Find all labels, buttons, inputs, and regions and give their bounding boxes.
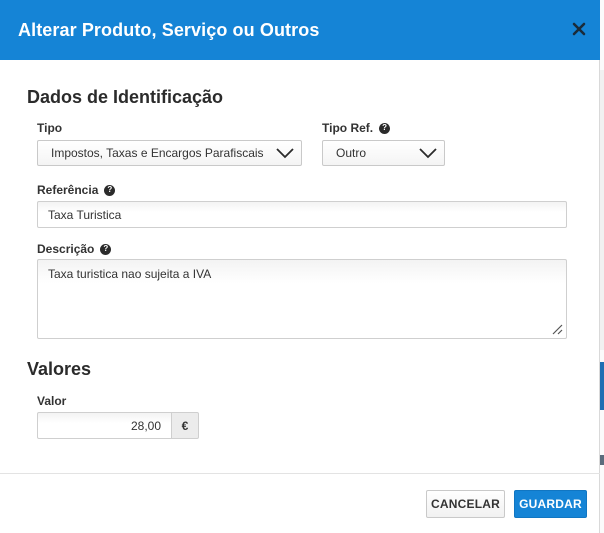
- tipo-ref-select-value: Outro: [336, 146, 367, 160]
- valor-label: Valor: [37, 394, 66, 408]
- cancel-button[interactable]: CANCELAR: [426, 490, 505, 518]
- resize-grip-icon[interactable]: [551, 323, 563, 335]
- question-circle-icon[interactable]: ?: [379, 122, 391, 134]
- valor-input[interactable]: 28,00: [37, 412, 172, 439]
- referencia-input-value: Taxa Turistica: [48, 207, 122, 222]
- tipo-label-text: Tipo: [37, 121, 63, 135]
- save-button[interactable]: GUARDAR: [514, 490, 587, 518]
- tipo-select[interactable]: Impostos, Taxas e Encargos Parafiscais: [37, 140, 302, 166]
- background-accent-dark: [600, 455, 604, 465]
- referencia-label: Referência ?: [37, 183, 116, 197]
- close-button[interactable]: [568, 18, 590, 40]
- tipo-select-value: Impostos, Taxas e Encargos Parafiscais: [51, 146, 264, 160]
- tipo-ref-label: Tipo Ref. ?: [322, 121, 391, 135]
- tipo-label: Tipo: [37, 121, 62, 135]
- valor-label-text: Valor: [37, 394, 67, 408]
- close-icon: [572, 22, 586, 36]
- tipo-ref-label-text: Tipo Ref.: [322, 121, 374, 135]
- descricao-label-text: Descrição: [37, 242, 95, 256]
- descricao-textarea[interactable]: Taxa turistica nao sujeita a IVA: [37, 259, 567, 339]
- referencia-input[interactable]: Taxa Turistica: [37, 201, 567, 228]
- edit-product-dialog: Alterar Produto, Serviço ou Outros Dados…: [0, 0, 600, 533]
- background-accent: [600, 362, 604, 410]
- background-panel: [600, 70, 604, 350]
- identification-section-title: Dados de Identificação: [27, 87, 224, 107]
- dialog-header: Alterar Produto, Serviço ou Outros: [0, 0, 600, 60]
- descricao-label: Descrição ?: [37, 242, 112, 256]
- currency-addon: €: [171, 412, 199, 439]
- valores-section-title: Valores: [27, 359, 92, 379]
- question-circle-icon[interactable]: ?: [104, 184, 116, 196]
- tipo-ref-select[interactable]: Outro: [322, 140, 445, 166]
- dialog-title: Alterar Produto, Serviço ou Outros: [18, 19, 320, 40]
- referencia-label-text: Referência: [37, 183, 99, 197]
- chevron-down-icon: [419, 148, 437, 159]
- chevron-down-icon: [276, 148, 294, 159]
- descricao-textarea-value: Taxa turistica nao sujeita a IVA: [48, 267, 212, 281]
- footer-divider: [0, 473, 600, 474]
- euro-icon: €: [181, 418, 189, 433]
- valor-input-value: 28,00: [130, 418, 161, 433]
- question-circle-icon[interactable]: ?: [100, 243, 112, 255]
